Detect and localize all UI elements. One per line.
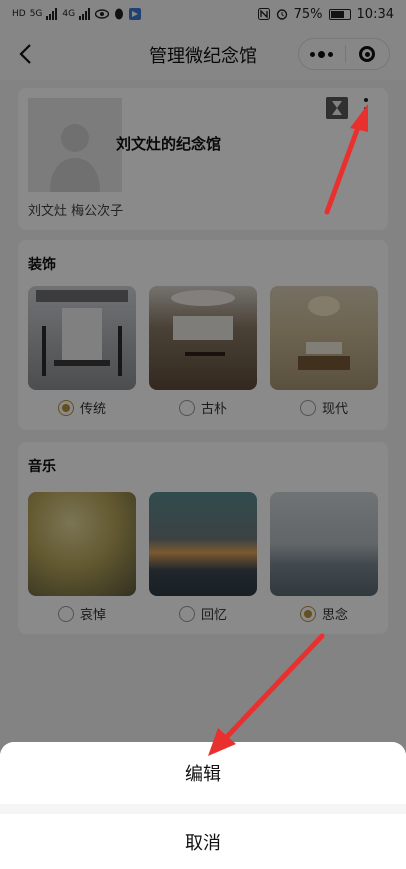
cancel-button[interactable]: 取消 — [0, 814, 406, 869]
mini-program-page: HD 5G 4G 75% 10:34 管理微纪念馆 刘文灶的纪念馆 刘文灶 梅公… — [0, 0, 406, 869]
action-sheet: 编辑 取消 — [0, 742, 406, 869]
edit-button[interactable]: 编辑 — [0, 742, 406, 804]
modal-overlay[interactable] — [0, 0, 406, 869]
